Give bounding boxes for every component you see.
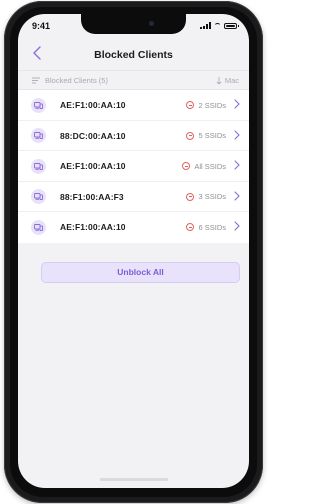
ssid-count: 2 SSIDs: [198, 100, 226, 110]
ssid-count: All SSIDs: [194, 161, 226, 171]
devices-icon: [31, 219, 46, 235]
ssid-status: All SSIDs: [182, 162, 226, 171]
list-item[interactable]: AE:F1:00:AA:10 2 SSIDs: [18, 90, 249, 121]
ssid-count: 3 SSIDs: [198, 192, 226, 201]
unblock-all-button[interactable]: Unblock All: [41, 262, 240, 283]
chevron-right-icon: [234, 221, 240, 231]
devices-icon: [31, 158, 46, 174]
chevron-right-icon: [234, 190, 240, 201]
minus-circle-icon: [186, 192, 195, 201]
list-count-label: Blocked Clients (5): [45, 76, 108, 85]
camera: [149, 21, 154, 26]
signal-icon: [200, 22, 211, 29]
ssid-count: 6 SSIDs: [198, 222, 226, 232]
list-item[interactable]: AE:F1:00:AA:10 All SSIDs: [18, 151, 249, 182]
ssid-status: 5 SSIDs: [186, 131, 226, 140]
client-mac: 88:DC:00:AA:10: [60, 130, 126, 141]
devices-icon: [31, 128, 46, 143]
ssid-status: 6 SSIDs: [186, 223, 226, 232]
client-mac: AE:F1:00:AA:10: [60, 222, 126, 232]
wifi-icon: [214, 22, 221, 29]
minus-circle-icon: [186, 223, 195, 231]
home-indicator: [100, 478, 168, 481]
list-item[interactable]: AE:F1:00:AA:10 6 SSIDs: [18, 212, 249, 243]
nav-bar: Blocked Clients: [18, 40, 249, 68]
ssid-count: 5 SSIDs: [198, 131, 226, 140]
chevron-right-icon: [234, 129, 240, 140]
list-item[interactable]: 88:F1:00:AA:F3 3 SSIDs: [18, 182, 249, 212]
client-mac: AE:F1:00:AA:10: [60, 161, 126, 171]
ssid-status: 2 SSIDs: [186, 101, 226, 110]
chevron-right-icon: [234, 99, 240, 109]
list-count: Blocked Clients (5): [32, 76, 108, 85]
arrow-down-icon: [216, 76, 222, 85]
battery-icon: [224, 22, 239, 29]
client-mac: 88:F1:00:AA:F3: [60, 191, 124, 202]
sort-label: Mac: [224, 76, 239, 85]
blocked-clients-list: AE:F1:00:AA:10 2 SSIDs 88:DC:00:AA:10 5 …: [18, 90, 249, 243]
screen: 9:41 Blocked Clients Blocked Clients (5)…: [18, 14, 249, 488]
minus-circle-icon: [182, 162, 191, 170]
status-icons: [200, 22, 239, 29]
list-item[interactable]: 88:DC:00:AA:10 5 SSIDs: [18, 121, 249, 151]
devices-icon: [31, 97, 46, 113]
status-time: 9:41: [32, 21, 51, 31]
ssid-status: 3 SSIDs: [186, 192, 226, 201]
devices-icon: [31, 189, 46, 204]
minus-circle-icon: [186, 101, 195, 109]
sort-control[interactable]: Mac: [216, 76, 239, 85]
minus-circle-icon: [186, 131, 195, 140]
list-header: Blocked Clients (5) Mac: [18, 70, 249, 90]
notch: [81, 14, 186, 34]
list-filter-icon: [32, 77, 40, 84]
client-mac: AE:F1:00:AA:10: [60, 100, 126, 110]
chevron-right-icon: [234, 160, 240, 170]
page-title: Blocked Clients: [94, 49, 173, 61]
